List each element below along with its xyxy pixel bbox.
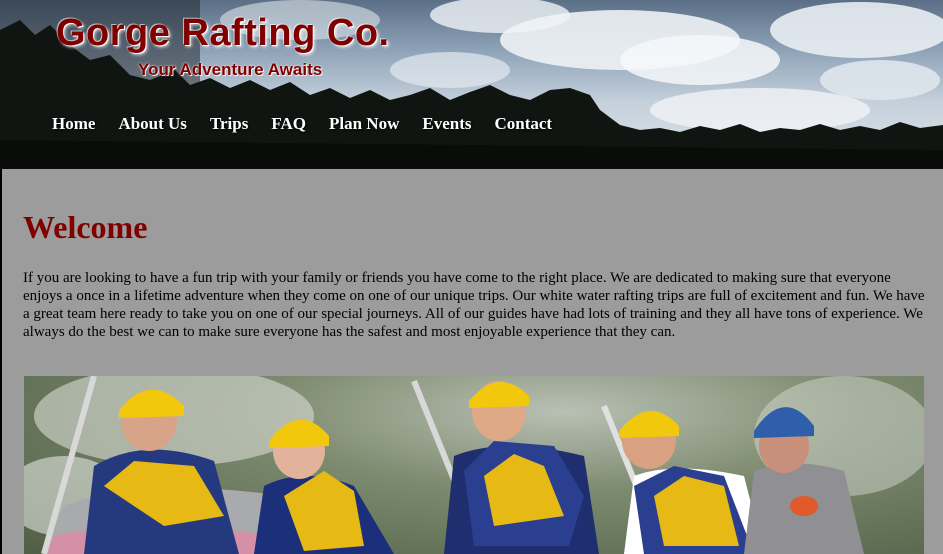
nav-faq[interactable]: FAQ (271, 114, 306, 134)
nav-events[interactable]: Events (422, 114, 471, 134)
nav-contact[interactable]: Contact (494, 114, 552, 134)
rafting-photo-illustration (24, 376, 924, 554)
main-content: Welcome If you are looking to have a fun… (0, 169, 943, 554)
nav-trips[interactable]: Trips (210, 114, 248, 134)
nav-about-us[interactable]: About Us (118, 114, 187, 134)
site-title: Gorge Rafting Co. (56, 12, 390, 54)
nav-plan-now[interactable]: Plan Now (329, 114, 399, 134)
nav-home[interactable]: Home (52, 114, 95, 134)
page: Gorge Rafting Co. Your Adventure Awaits … (0, 0, 943, 554)
header-banner: Gorge Rafting Co. Your Adventure Awaits … (0, 0, 943, 169)
welcome-heading: Welcome (23, 209, 148, 245)
main-nav: Home About Us Trips FAQ Plan Now Events … (52, 114, 575, 134)
rafting-photo (24, 376, 924, 554)
site-tagline: Your Adventure Awaits (138, 60, 323, 79)
intro-paragraph: If you are looking to have a fun trip wi… (23, 270, 925, 340)
